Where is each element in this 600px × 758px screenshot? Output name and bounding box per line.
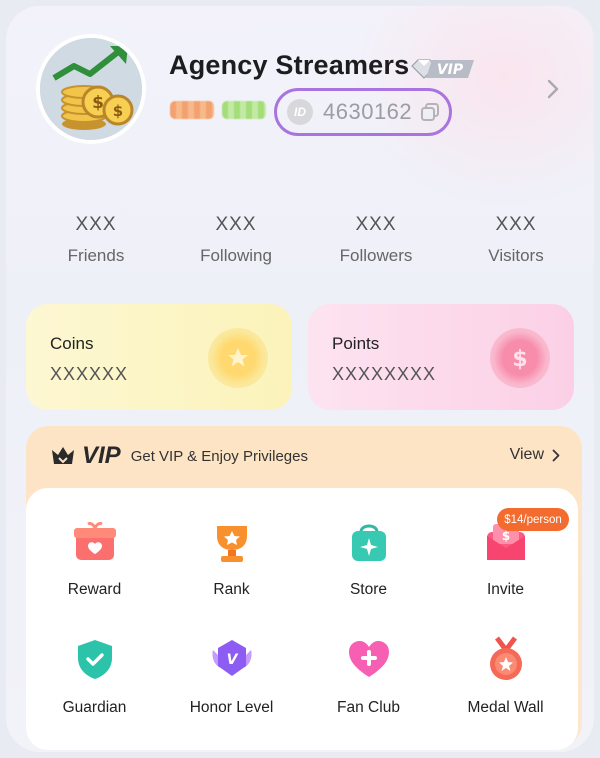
feature-label: Guardian: [62, 699, 127, 716]
feature-label: Invite: [486, 581, 525, 598]
feature-fan-club[interactable]: Fan Club: [300, 636, 437, 717]
stat-value: XXX: [215, 214, 257, 235]
feature-label: Rank: [213, 581, 250, 598]
stat-friends[interactable]: XXX Friends: [26, 214, 166, 274]
svg-text:$: $: [501, 529, 509, 543]
vip-view-link[interactable]: View: [510, 446, 560, 464]
svg-text:$: $: [113, 102, 123, 120]
rank-badge: [222, 101, 266, 119]
svg-text:$: $: [92, 93, 104, 113]
feature-medal-wall[interactable]: Medal Wall: [437, 636, 574, 717]
stat-label: Followers: [339, 246, 413, 265]
user-id-value: 4630162: [323, 99, 413, 124]
honor-badge-icon: V: [211, 640, 252, 676]
vip-tagline: Get VIP & Enjoy Privileges: [130, 447, 308, 465]
stat-label: Visitors: [488, 246, 544, 265]
vip-header: VIP Get VIP & Enjoy Privileges: [50, 442, 308, 470]
feature-label: Reward: [67, 581, 122, 598]
feature-grid: Reward Rank Store $ Invite Guardian V Ho…: [26, 488, 578, 750]
heart-icon: [348, 641, 389, 677]
chevron-right-icon[interactable]: [546, 78, 560, 100]
feature-reward[interactable]: Reward: [26, 518, 163, 599]
feature-rank[interactable]: Rank: [163, 518, 300, 599]
vip-brand: VIP: [82, 442, 121, 469]
feature-honor-level[interactable]: V Honor Level: [163, 636, 300, 717]
stat-followers[interactable]: XXX Followers: [306, 214, 446, 274]
svg-text:$: $: [512, 347, 527, 372]
stat-value: XXX: [495, 214, 537, 235]
feature-label: Honor Level: [189, 699, 274, 716]
user-id[interactable]: ID 4630162: [274, 88, 452, 136]
feature-label: Fan Club: [337, 699, 400, 716]
stat-visitors[interactable]: XXX Visitors: [446, 214, 586, 274]
profile-card: $ $ Agency Streamers VIP ID 4630162 XXX …: [6, 6, 594, 752]
level-badge: [170, 101, 214, 119]
coins-value: XXXXXX: [50, 364, 129, 384]
trophy-icon: [216, 526, 247, 562]
points-card[interactable]: Points XXXXXXXX $: [308, 304, 574, 410]
id-icon: ID: [287, 99, 313, 125]
shield-icon: [77, 640, 112, 679]
stat-value: XXX: [355, 214, 397, 235]
copy-icon[interactable]: [420, 102, 440, 122]
chevron-right-icon: [552, 449, 560, 461]
stats-row: XXX Friends XXX Following XXX Followers …: [26, 214, 586, 274]
coins-title: Coins: [50, 334, 94, 353]
coins-card[interactable]: Coins XXXXXX: [26, 304, 292, 410]
coin-icon: [208, 328, 268, 388]
stat-label: Friends: [67, 246, 125, 265]
gift-icon: [73, 522, 116, 560]
stat-following[interactable]: XXX Following: [166, 214, 306, 274]
crown-icon: [52, 447, 74, 464]
view-label: View: [509, 446, 544, 463]
avatar[interactable]: $ $: [36, 34, 146, 144]
vip-badge-icon[interactable]: VIP: [408, 56, 474, 82]
points-value: XXXXXXXX: [332, 364, 437, 384]
dollar-coin-icon: $: [490, 328, 550, 388]
feature-guardian[interactable]: Guardian: [26, 636, 163, 717]
vip-badge-label: VIP: [437, 62, 464, 78]
invite-promo-badge: $14/person: [497, 508, 569, 531]
stat-label: Following: [200, 246, 272, 265]
profile-name: Agency Streamers: [169, 50, 410, 80]
shopping-bag-icon: [351, 524, 386, 561]
points-title: Points: [332, 334, 380, 353]
stat-value: XXX: [75, 214, 117, 235]
medal-icon: [489, 636, 522, 680]
feature-store[interactable]: Store: [300, 518, 437, 599]
svg-text:V: V: [226, 652, 238, 668]
feature-label: Store: [349, 581, 388, 598]
feature-label: Medal Wall: [467, 699, 544, 716]
